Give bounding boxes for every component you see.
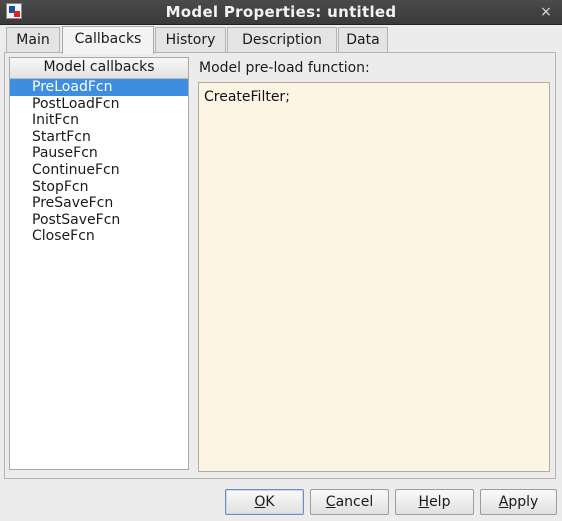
callback-item-pausefcn[interactable]: PauseFcn [10,145,188,162]
apply-mnemonic: A [498,494,509,510]
callback-list-header: Model callbacks [10,58,188,79]
callback-code-editor[interactable]: CreateFilter; [198,82,550,472]
callback-item-preloadfcn[interactable]: PreLoadFcn [10,79,188,96]
callback-item-stopfcn[interactable]: StopFcn [10,179,188,196]
callback-item-postsavefcn[interactable]: PostSaveFcn [10,212,188,229]
function-label: Model pre-load function: [199,60,370,76]
tab-callbacks[interactable]: Callbacks [62,26,154,54]
help-label-rest: elp [429,494,451,510]
ok-mnemonic: O [254,494,266,510]
title-bar: Model Properties: untitled × [0,0,562,25]
tab-main[interactable]: Main [6,27,60,53]
callback-item-presavefcn[interactable]: PreSaveFcn [10,195,188,212]
close-icon[interactable]: × [538,2,554,22]
tab-description[interactable]: Description [227,27,337,53]
apply-button[interactable]: Apply [480,489,557,515]
callback-item-initfcn[interactable]: InitFcn [10,112,188,129]
tab-data[interactable]: Data [338,27,388,53]
callback-item-closefcn[interactable]: CloseFcn [10,228,188,245]
help-mnemonic: H [418,494,430,510]
ok-button[interactable]: OK [225,489,304,515]
callback-item-continuefcn[interactable]: ContinueFcn [10,162,188,179]
cancel-button[interactable]: Cancel [310,489,389,515]
cancel-mnemonic: C [325,494,336,510]
apply-label-rest: pply [508,494,539,510]
help-button[interactable]: Help [395,489,474,515]
callback-item-startfcn[interactable]: StartFcn [10,129,188,146]
tab-history[interactable]: History [155,27,226,53]
callback-item-postloadfcn[interactable]: PostLoadFcn [10,96,188,113]
ok-label-rest: K [265,494,275,510]
cancel-label-rest: ancel [335,494,374,510]
callback-list[interactable]: Model callbacks PreLoadFcn PostLoadFcn I… [9,57,189,470]
window-title: Model Properties: untitled [165,3,397,21]
